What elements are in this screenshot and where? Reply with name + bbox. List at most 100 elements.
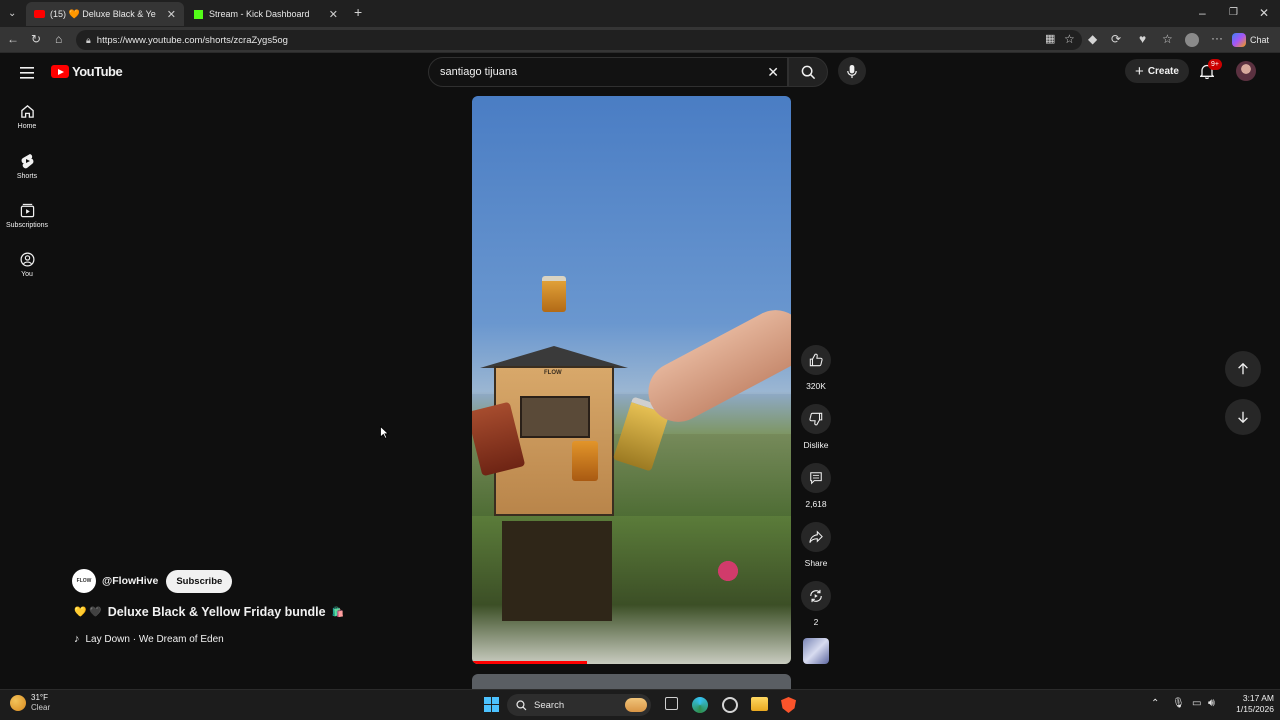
- microphone-icon: [847, 64, 857, 78]
- sidebar-item-shorts[interactable]: Shorts: [0, 153, 54, 180]
- close-window-icon[interactable]: ✕: [1259, 7, 1269, 19]
- taskbar-search[interactable]: Search: [507, 694, 651, 716]
- app-available-icon[interactable]: ▦: [1045, 33, 1055, 45]
- shorts-icon: [21, 154, 33, 169]
- remix-button[interactable]: 2: [798, 581, 834, 627]
- refresh-icon[interactable]: ↻: [31, 33, 41, 45]
- clock-date: 1/15/2026: [1236, 704, 1274, 714]
- clear-search-icon[interactable]: ✕: [767, 64, 779, 81]
- sidebar-item-label: Home: [17, 123, 37, 130]
- like-button[interactable]: 320K: [798, 345, 834, 391]
- browser-tab-bar: ⌄ (15) 🧡 Deluxe Black & Ye ✕ Stream - Ki…: [0, 0, 1280, 27]
- previous-short-button[interactable]: [1225, 351, 1261, 387]
- search-input[interactable]: santiago tijuana ✕: [428, 57, 788, 87]
- title-emoji-hearts: 💛 🖤: [74, 606, 102, 618]
- clock[interactable]: 3:17 AM 1/15/2026: [1222, 693, 1274, 715]
- audio-thumbnail[interactable]: [803, 638, 829, 664]
- profile-icon[interactable]: [1185, 33, 1199, 47]
- sidebar-item-you[interactable]: You: [0, 252, 54, 278]
- search-button[interactable]: [788, 57, 828, 87]
- dislike-label: Dislike: [803, 440, 829, 450]
- sidebar-item-label: Subscriptions: [5, 222, 49, 229]
- channel-name[interactable]: @FlowHive: [102, 575, 158, 587]
- channel-avatar[interactable]: FLOW: [72, 569, 96, 593]
- browser-home-icon[interactable]: ⌂: [55, 33, 62, 45]
- close-tab-icon[interactable]: ✕: [167, 8, 176, 21]
- honey-jar-top: [542, 276, 566, 312]
- search-input-value: santiago tijuana: [440, 66, 518, 78]
- sidebar-item-label: Shorts: [16, 173, 38, 180]
- notifications-button[interactable]: 9+: [1199, 59, 1222, 82]
- volume-icon[interactable]: 🔊︎: [1208, 697, 1215, 710]
- kick-favicon: [194, 9, 203, 19]
- file-explorer-icon[interactable]: [751, 697, 768, 711]
- youtube-play-icon: [51, 65, 69, 78]
- restore-icon[interactable]: ❐: [1229, 7, 1238, 19]
- title-emoji-bag: 🛍️: [331, 606, 345, 618]
- sidebar-item-subscriptions[interactable]: Subscriptions: [0, 203, 54, 229]
- clock-time: 3:17 AM: [1242, 693, 1274, 703]
- settings-more-icon[interactable]: ···: [1211, 32, 1223, 44]
- extension-diamond-icon[interactable]: ◆: [1088, 33, 1097, 45]
- url-text: https://www.youtube.com/shorts/zcraZygs5…: [96, 34, 288, 46]
- next-short-preview[interactable]: [472, 674, 791, 689]
- new-tab-icon[interactable]: +: [354, 5, 362, 19]
- video-progress-bar[interactable]: [472, 661, 587, 664]
- weather-widget[interactable]: 31°F Clear: [10, 693, 50, 713]
- short-video-player[interactable]: FLOW: [472, 96, 791, 664]
- create-label: Create: [1147, 65, 1179, 77]
- windows-logo-icon: [484, 697, 499, 712]
- app-icon[interactable]: [722, 697, 738, 713]
- hamburger-menu-icon[interactable]: [20, 66, 34, 84]
- favorite-star-icon[interactable]: ☆: [1064, 33, 1075, 45]
- brave-icon[interactable]: [781, 697, 796, 713]
- remix-icon: [810, 589, 822, 603]
- search-icon: [516, 699, 527, 710]
- browser-essentials-icon[interactable]: ♥: [1139, 33, 1146, 45]
- extensions-icon[interactable]: ⟳: [1111, 33, 1121, 45]
- next-short-button[interactable]: [1225, 399, 1261, 435]
- show-hidden-icons-icon[interactable]: ⌃: [1151, 698, 1159, 709]
- close-tab-icon[interactable]: ✕: [329, 8, 338, 21]
- short-title[interactable]: 💛 🖤 Deluxe Black & Yellow Friday bundle …: [74, 605, 344, 619]
- youtube-logo-text: YouTube: [72, 64, 123, 79]
- search-icon: [801, 65, 815, 79]
- start-button[interactable]: [484, 697, 499, 717]
- network-icon[interactable]: ▭: [1192, 698, 1201, 709]
- copilot-button[interactable]: Chat: [1232, 31, 1269, 49]
- tab-actions-chevron-icon[interactable]: ⌄: [8, 8, 16, 20]
- account-avatar[interactable]: [1236, 61, 1256, 81]
- weather-temp: 31°F: [31, 693, 48, 702]
- comment-count: 2,618: [805, 499, 827, 509]
- sidebar-item-home[interactable]: Home: [0, 104, 54, 130]
- you-icon: [20, 252, 34, 267]
- microphone-tray-icon[interactable]: 🎙︎: [1172, 698, 1185, 709]
- share-icon: [809, 530, 823, 543]
- sidebar-item-label: You: [21, 271, 33, 278]
- arrow-down-icon: [1238, 411, 1248, 424]
- comments-button[interactable]: 2,618: [798, 463, 834, 509]
- share-button[interactable]: Share: [798, 522, 834, 568]
- task-view-icon[interactable]: [665, 697, 678, 710]
- music-row[interactable]: ♪ Lay Down · We Dream of Eden: [74, 633, 224, 645]
- subscribe-button[interactable]: Subscribe: [166, 569, 233, 593]
- url-field[interactable]: 🔒︎ https://www.youtube.com/shorts/zcraZy…: [76, 30, 1082, 50]
- weather-desc: Clear: [31, 703, 51, 712]
- tab-label-youtube: (15) 🧡 Deluxe Black & Ye: [50, 8, 156, 19]
- tab-youtube[interactable]: (15) 🧡 Deluxe Black & Ye ✕: [26, 2, 184, 26]
- minimize-icon[interactable]: –: [1199, 7, 1206, 19]
- youtube-logo[interactable]: YouTube: [51, 64, 123, 79]
- edge-icon[interactable]: [692, 697, 708, 713]
- youtube-favicon: [34, 10, 45, 18]
- tab-kick[interactable]: Stream - Kick Dashboard ✕: [186, 2, 346, 26]
- voice-search-button[interactable]: [838, 57, 866, 85]
- youtube-page: YouTube santiago tijuana ✕ + Create 9+ H…: [0, 53, 1280, 689]
- subscriptions-icon: [20, 203, 34, 218]
- thumbs-down-icon: [809, 412, 823, 426]
- favorites-icon[interactable]: ☆: [1162, 33, 1173, 45]
- plus-icon: +: [1135, 62, 1144, 80]
- create-button[interactable]: + Create: [1125, 59, 1189, 83]
- hive-brand-label: FLOW: [544, 370, 562, 376]
- back-icon[interactable]: ←: [7, 33, 19, 45]
- dislike-button[interactable]: Dislike: [798, 404, 834, 450]
